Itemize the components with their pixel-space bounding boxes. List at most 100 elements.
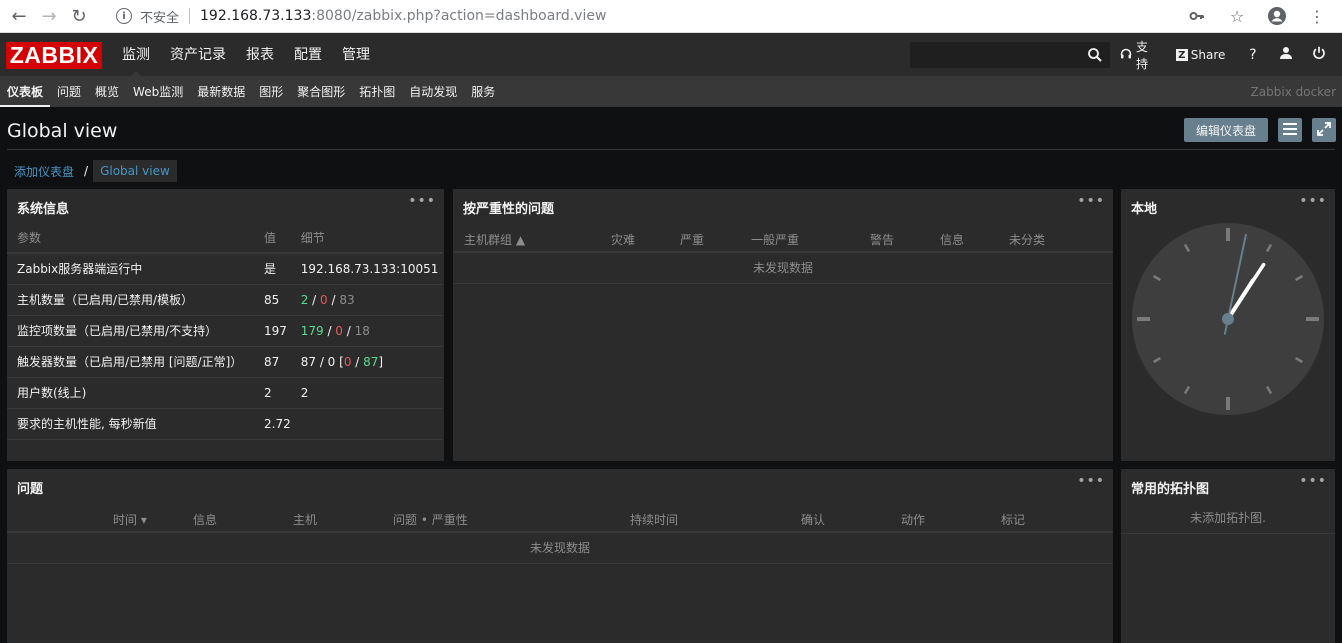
profile-icon[interactable] bbox=[1266, 5, 1288, 27]
system-info-widget: 系统信息 ••• 参数 值 细节 Zabbix服务器端运行中 是 192.168… bbox=[7, 189, 444, 461]
breadcrumb-parent[interactable]: 添加仪表盘 bbox=[7, 163, 81, 180]
search-icon[interactable] bbox=[1087, 47, 1103, 63]
list-icon bbox=[1283, 122, 1297, 138]
row-detail: 2 / 0 / 83 bbox=[290, 284, 443, 316]
headset-icon bbox=[1120, 48, 1132, 63]
clock-center bbox=[1222, 313, 1234, 325]
col-not-classified: 未分类 bbox=[1009, 233, 1046, 247]
user-profile-icon[interactable] bbox=[1276, 46, 1295, 64]
widget-menu-icon[interactable]: ••• bbox=[408, 193, 436, 209]
share-label: Share bbox=[1190, 48, 1226, 62]
disabled-count: 0 bbox=[320, 292, 328, 307]
menu-icon[interactable]: ⋮ bbox=[1306, 5, 1328, 27]
key-icon[interactable] bbox=[1186, 5, 1208, 27]
subnav-dashboard[interactable]: 仪表板 bbox=[0, 77, 51, 107]
page-title: Global view bbox=[7, 120, 118, 142]
menu-administration[interactable]: 管理 bbox=[332, 33, 380, 77]
template-count: 83 bbox=[339, 292, 355, 307]
col-problem-severity: 问题 • 严重性 bbox=[393, 513, 468, 527]
col-info: 信息 bbox=[193, 513, 218, 527]
subnav-maps[interactable]: 拓扑图 bbox=[352, 77, 402, 107]
table-row: 主机数量（已启用/已禁用/模板） 85 2 / 0 / 83 bbox=[7, 284, 443, 316]
col-disaster: 灾难 bbox=[611, 233, 636, 247]
enabled-count: 87 bbox=[300, 354, 316, 369]
widget-menu-icon[interactable]: ••• bbox=[1077, 193, 1105, 209]
enabled-count: 2 bbox=[300, 292, 309, 307]
top-menu: 监测 资产记录 报表 配置 管理 bbox=[112, 33, 380, 77]
row-value: 2.72 bbox=[254, 408, 291, 440]
enabled-count: 179 bbox=[300, 323, 324, 338]
header-divider bbox=[7, 149, 1335, 150]
row-detail: 192.168.73.133:10051 bbox=[290, 253, 443, 285]
edit-dashboard-button[interactable]: 编辑仪表盘 bbox=[1184, 118, 1268, 142]
problems-table-header: 时间 ▾ 信息 主机 问题 • 严重性 持续时间 确认 动作 标记 bbox=[7, 503, 1113, 533]
url-host: 192.168.73.133 bbox=[200, 8, 312, 24]
row-value: 2 bbox=[254, 377, 291, 409]
menu-monitoring[interactable]: 监测 bbox=[112, 33, 160, 77]
address-bar[interactable]: i 不安全 192.168.73.133:8080/zabbix.php?act… bbox=[108, 3, 1288, 29]
sub-navigation: 仪表板 问题 概览 Web监测 最新数据 图形 聚合图形 拓扑图 自动发现 服务… bbox=[0, 77, 1342, 107]
col-high: 严重 bbox=[680, 233, 705, 247]
sign-out-icon[interactable] bbox=[1309, 46, 1328, 64]
table-row: 触发器数量（已启用/已禁用 [问题/正常]） 87 87 / 0 [0 / 87… bbox=[7, 346, 443, 378]
zabbix-logo[interactable]: ZABBIX bbox=[6, 42, 102, 69]
col-details: 细节 bbox=[290, 223, 443, 254]
support-link[interactable]: 支持 bbox=[1120, 38, 1158, 72]
support-label: 支持 bbox=[1136, 40, 1149, 71]
menu-configuration[interactable]: 配置 bbox=[284, 33, 332, 77]
col-average: 一般严重 bbox=[751, 233, 800, 247]
row-detail: 2 bbox=[290, 377, 443, 409]
help-button[interactable]: ? bbox=[1243, 47, 1262, 63]
col-host: 主机 bbox=[293, 513, 318, 527]
no-data-message: 未发现数据 bbox=[453, 253, 1113, 284]
page-header: Global view 编辑仪表盘 bbox=[0, 107, 1342, 155]
col-parameter: 参数 bbox=[7, 223, 254, 254]
menu-reports[interactable]: 报表 bbox=[236, 33, 284, 77]
table-row: Zabbix服务器端运行中 是 192.168.73.133:10051 bbox=[7, 253, 443, 285]
breadcrumb: 添加仪表盘 / Global view bbox=[7, 160, 177, 182]
ok-count: 87 bbox=[363, 354, 379, 369]
row-param: 用户数(线上) bbox=[7, 377, 254, 409]
url-path: :8080/zabbix.php?action=dashboard.view bbox=[311, 8, 607, 24]
row-param: 主机数量（已启用/已禁用/模板） bbox=[7, 284, 254, 316]
col-ack: 确认 bbox=[801, 513, 826, 527]
subnav-overview[interactable]: 概览 bbox=[88, 77, 126, 107]
no-data-message: 未发现数据 bbox=[7, 533, 1113, 564]
disabled-count: 0 bbox=[335, 323, 343, 338]
subnav-web[interactable]: Web监测 bbox=[126, 77, 190, 107]
subnav-problems[interactable]: 问题 bbox=[50, 77, 88, 107]
clock-widget: 本地 ••• bbox=[1121, 189, 1335, 461]
col-host-group[interactable]: 主机群组 ▲ bbox=[464, 231, 525, 248]
subnav-screens[interactable]: 聚合图形 bbox=[290, 77, 352, 107]
star-icon[interactable]: ☆ bbox=[1226, 5, 1248, 27]
fullscreen-button[interactable] bbox=[1312, 118, 1336, 142]
url-separator bbox=[189, 8, 191, 24]
widget-title: 常用的拓扑图 bbox=[1131, 482, 1210, 497]
dashboard-list-button[interactable] bbox=[1278, 118, 1302, 142]
info-icon[interactable]: i bbox=[116, 8, 132, 24]
reload-icon[interactable]: ↻ bbox=[68, 5, 90, 27]
back-icon[interactable]: ← bbox=[8, 5, 30, 27]
row-param: 触发器数量（已启用/已禁用 [问题/正常]） bbox=[7, 346, 254, 378]
forward-icon[interactable]: → bbox=[38, 5, 60, 27]
server-name: Zabbix docker bbox=[1250, 85, 1336, 99]
menu-inventory[interactable]: 资产记录 bbox=[160, 33, 236, 77]
zabbix-share-icon: Z bbox=[1175, 49, 1188, 61]
share-link[interactable]: Z Share bbox=[1175, 48, 1226, 62]
subnav-discovery[interactable]: 自动发现 bbox=[402, 77, 464, 107]
breadcrumb-separator: / bbox=[84, 164, 89, 178]
col-duration: 持续时间 bbox=[630, 513, 679, 527]
table-row: 监控项数量（已启用/已禁用/不支持） 197 179 / 0 / 18 bbox=[7, 315, 443, 347]
subnav-services[interactable]: 服务 bbox=[464, 77, 502, 107]
col-value: 值 bbox=[254, 223, 291, 254]
row-value: 是 bbox=[254, 253, 291, 285]
breadcrumb-current[interactable]: Global view bbox=[93, 160, 177, 182]
browser-toolbar: ← → ↻ i 不安全 192.168.73.133:8080/zabbix.p… bbox=[0, 0, 1342, 33]
widget-menu-icon[interactable]: ••• bbox=[1299, 473, 1327, 489]
search-input[interactable] bbox=[910, 42, 1110, 68]
widget-title: 按严重性的问题 bbox=[463, 202, 555, 217]
widget-menu-icon[interactable]: ••• bbox=[1077, 473, 1105, 489]
subnav-graphs[interactable]: 图形 bbox=[252, 77, 290, 107]
subnav-latest-data[interactable]: 最新数据 bbox=[190, 77, 252, 107]
col-time[interactable]: 时间 ▾ bbox=[113, 511, 147, 528]
